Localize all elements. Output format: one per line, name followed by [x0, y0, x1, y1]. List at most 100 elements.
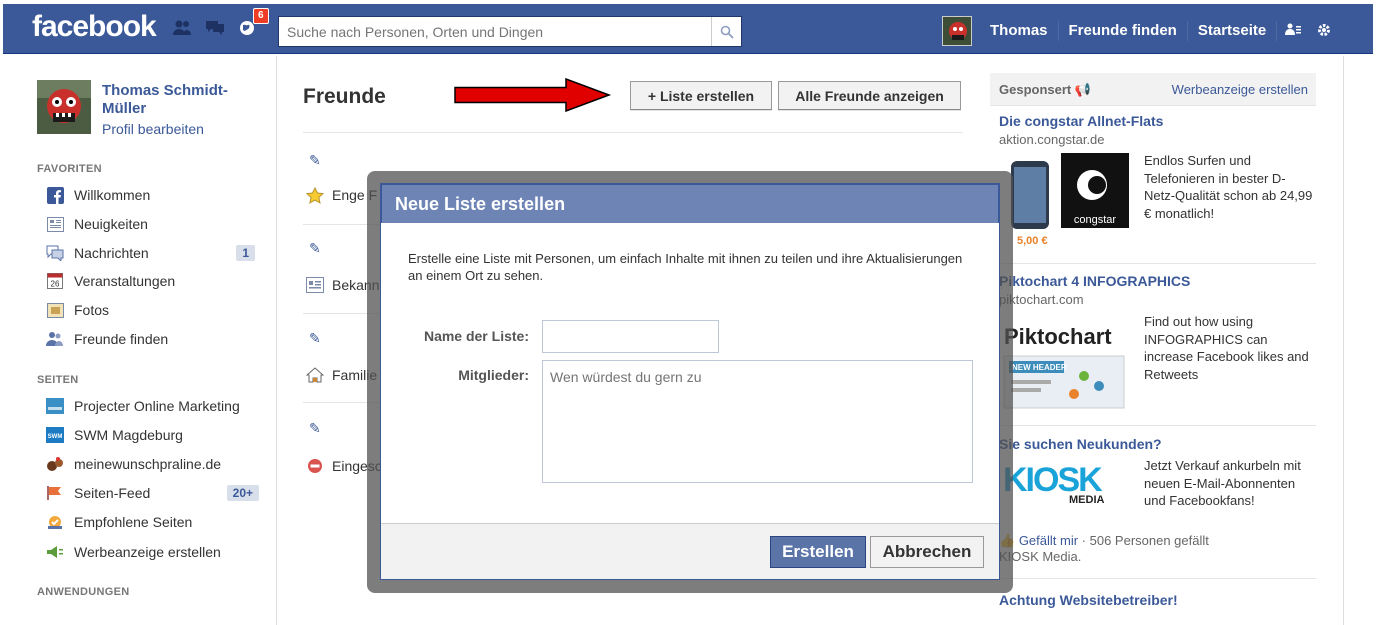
praline-icon	[45, 455, 65, 473]
pages-feed-icon	[45, 484, 65, 502]
ad-title[interactable]: Achtung Websitebetreiber!	[999, 592, 1178, 608]
favorites-heading: FAVORITEN	[37, 163, 102, 175]
messages-jewel-icon[interactable]	[205, 19, 225, 35]
new-list-dialog: Neue Liste erstellen Erstelle eine Liste…	[380, 183, 1000, 580]
show-all-friends-button[interactable]: Alle Freunde anzeigen	[778, 81, 961, 110]
settings-gear-icon[interactable]	[1309, 23, 1339, 40]
recommended-icon	[45, 513, 65, 531]
search-input[interactable]	[279, 17, 711, 46]
messages-icon	[45, 244, 65, 262]
header-nav: Thomas Freunde finden Startseite	[942, 16, 1339, 46]
create-list-button[interactable]: + Liste erstellen	[630, 81, 772, 110]
megaphone-icon: 📢	[1074, 82, 1092, 97]
divider	[303, 132, 963, 133]
congstar-brand: congstar	[1074, 214, 1117, 226]
friends-icon	[45, 330, 65, 348]
sidebar-item-label: meinewunschpraline.de	[74, 456, 222, 472]
calendar-icon: 26	[45, 272, 65, 290]
pages-feed-count-badge: 20+	[226, 485, 259, 501]
ad-text: Jetzt Verkauf ankurbeln mit neuen E-Mail…	[1144, 458, 1301, 508]
social-count: · 506 Personen gefällt	[1081, 533, 1209, 548]
svg-text:26: 26	[51, 280, 60, 289]
ad-divider	[999, 425, 1316, 426]
messages-count-badge: 1	[236, 245, 255, 261]
profile-name-link[interactable]: Thomas Schmidt-Müller	[102, 82, 252, 118]
sidebar-item-news-feed[interactable]: Neuigkeiten	[45, 213, 265, 235]
search-button[interactable]	[711, 17, 741, 46]
house-icon	[305, 366, 325, 384]
sidebar-item-label: Veranstaltungen	[74, 273, 176, 289]
swm-icon: SWM	[45, 426, 65, 444]
edit-pencil-icon[interactable]: ✎	[309, 240, 321, 257]
projecter-icon	[45, 397, 65, 415]
sidebar-item-find-friends[interactable]: Freunde finden	[45, 328, 265, 350]
pages-heading: SEITEN	[37, 374, 79, 386]
sidebar-item-label: Projecter Online Marketing	[74, 398, 240, 414]
nav-home-link[interactable]: Startseite	[1188, 21, 1278, 41]
sidebar-item-pages-feed[interactable]: Seiten-Feed 20+	[45, 482, 265, 504]
sponsored-text: Gesponsert	[999, 82, 1072, 97]
sidebar-item-praline[interactable]: meinewunschpraline.de	[45, 453, 265, 475]
privacy-shortcuts-icon[interactable]	[1277, 23, 1309, 39]
sidebar-item-label: Nachrichten	[74, 245, 149, 261]
sidebar-item-label: Freunde finden	[74, 331, 169, 347]
photos-icon	[45, 301, 65, 319]
sidebar-item-events[interactable]: 26 Veranstaltungen	[45, 270, 265, 292]
sidebar-item-label: Neuigkeiten	[74, 216, 148, 232]
ad-social-context: 👍 Gefällt mir · 506 Personen gefällt KIO…	[999, 533, 1316, 564]
list-name-input[interactable]	[542, 320, 719, 353]
members-input[interactable]	[542, 360, 973, 483]
search-box	[278, 16, 742, 47]
right-edge-divider	[1343, 56, 1344, 625]
sponsored-label: Gesponsert 📢	[999, 82, 1091, 98]
ad-text: Find out how using INFOGRAPHICS can incr…	[1144, 314, 1309, 382]
svg-text:SWM: SWM	[48, 434, 63, 440]
create-ad-link[interactable]: Werbeanzeige erstellen	[1172, 82, 1308, 97]
dialog-title: Neue Liste erstellen	[381, 184, 999, 223]
sidebar-item-label: Fotos	[74, 302, 110, 318]
sponsored-header: Gesponsert 📢 Werbeanzeige erstellen	[990, 73, 1316, 106]
ad-title[interactable]: Sie suchen Neukunden?	[999, 436, 1162, 452]
sidebar-item-label: SWM Magdeburg	[74, 427, 183, 443]
ad-title[interactable]: Die congstar Allnet-Flats	[999, 113, 1163, 129]
sidebar-item-welcome[interactable]: Willkommen	[45, 184, 265, 206]
ad-title[interactable]: Piktochart 4 INFOGRAPHICS	[999, 273, 1190, 289]
acquaintances-icon	[305, 276, 325, 294]
user-avatar[interactable]	[942, 16, 972, 46]
ad-image-piktochart[interactable]: Piktochart NEW HEADER	[999, 316, 1129, 412]
sidebar-item-label: Willkommen	[74, 187, 151, 203]
sidebar-item-label: Empfohlene Seiten	[74, 514, 193, 530]
page-title: Freunde	[303, 85, 386, 108]
search-icon	[720, 25, 734, 39]
annotation-arrow	[454, 78, 612, 112]
facebook-logo[interactable]: facebook	[32, 10, 157, 44]
sidebar-item-projecter[interactable]: Projecter Online Marketing	[45, 395, 265, 417]
edit-pencil-icon[interactable]: ✎	[309, 152, 321, 169]
nav-find-friends-link[interactable]: Freunde finden	[1059, 21, 1188, 41]
ad-divider	[999, 263, 1316, 264]
image-caption: NEW HEADER	[1012, 363, 1067, 372]
star-icon	[305, 186, 325, 204]
sidebar-item-label: Seiten-Feed	[74, 485, 151, 501]
sidebar-item-create-ad[interactable]: Werbeanzeige erstellen	[45, 541, 265, 563]
sidebar-item-photos[interactable]: Fotos	[45, 299, 265, 321]
like-link[interactable]: Gefällt mir	[1019, 533, 1078, 548]
sidebar-item-messages[interactable]: Nachrichten 1	[45, 242, 265, 264]
edit-profile-link[interactable]: Profil bearbeiten	[102, 121, 204, 137]
social-page-name: KIOSK Media.	[999, 549, 1082, 564]
sidebar-item-recommended[interactable]: Empfohlene Seiten	[45, 511, 265, 533]
create-button[interactable]: Erstellen	[770, 536, 866, 568]
profile-picture[interactable]	[37, 80, 91, 134]
friend-requests-icon[interactable]	[172, 19, 192, 35]
create-ad-icon	[45, 543, 65, 561]
edit-pencil-icon[interactable]: ✎	[309, 330, 321, 347]
facebook-f-icon	[45, 186, 65, 204]
piktochart-brand: Piktochart	[1004, 324, 1112, 349]
ad-image-congstar[interactable]: congstar 5,00 €	[999, 153, 1129, 248]
edit-pencil-icon[interactable]: ✎	[309, 420, 321, 437]
cancel-button[interactable]: Abbrechen	[870, 536, 984, 568]
sidebar-item-swm[interactable]: SWM SWM Magdeburg	[45, 424, 265, 446]
members-label: Mitglieder:	[458, 367, 529, 383]
ad-image-kiosk[interactable]: KIOSK MEDIA	[999, 457, 1129, 505]
nav-user-link[interactable]: Thomas	[980, 21, 1059, 41]
